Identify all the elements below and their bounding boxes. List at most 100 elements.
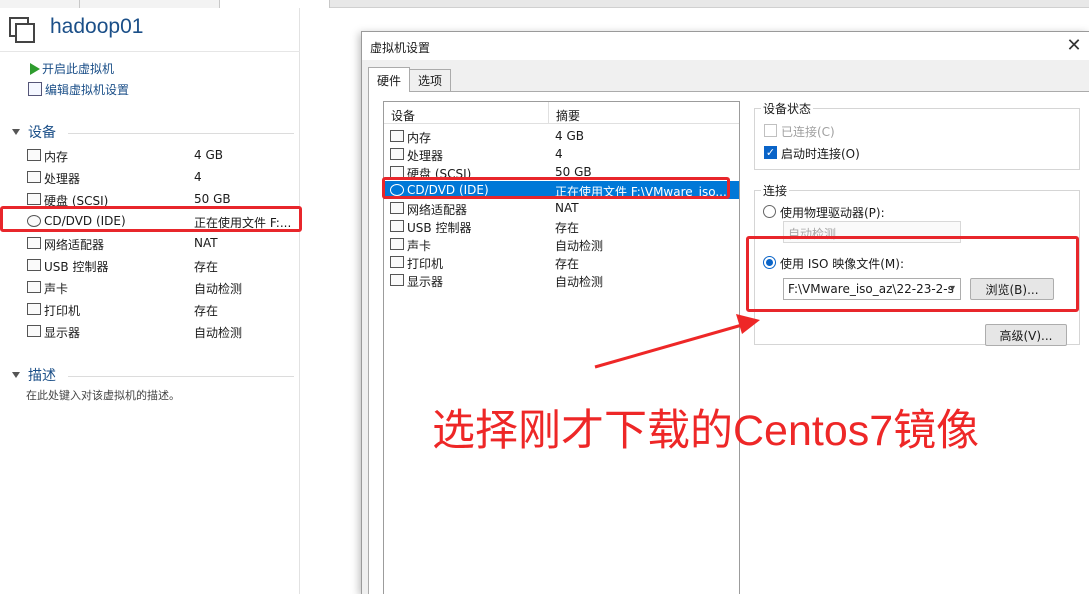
device-list-row[interactable]: 网络适配器 NAT — [384, 199, 739, 217]
vm-header: hadoop01 — [0, 8, 300, 52]
column-separator[interactable] — [548, 102, 549, 124]
vm-icon — [9, 17, 35, 43]
description-placeholder[interactable]: 在此处键入对该虚拟机的描述。 — [26, 387, 180, 403]
device-summary: 4 — [555, 147, 563, 161]
device-list-row[interactable]: 声卡 自动检测 — [384, 235, 739, 253]
cpu-icon — [27, 171, 41, 183]
advanced-button[interactable]: 高级(V)... — [985, 324, 1067, 346]
device-list: 设备 摘要 内存 4 GB 处理器 4 硬盘 (SCSI) 50 GB CD/DVD (ID… — [383, 101, 740, 594]
device-name: 显示器 — [44, 326, 81, 340]
device-list-header: 设备 摘要 — [384, 102, 739, 124]
device-value: 存在 — [194, 260, 219, 274]
device-row[interactable]: USB 控制器 存在 — [0, 254, 300, 276]
device-row[interactable]: 内存 4 GB — [0, 144, 300, 166]
power-on-label: 开启此虚拟机 — [42, 61, 115, 76]
device-list-row[interactable]: USB 控制器 存在 — [384, 217, 739, 235]
collapse-triangle-icon — [12, 372, 20, 378]
device-value: 4 — [194, 170, 202, 184]
edit-settings-label: 编辑虚拟机设置 — [45, 82, 130, 97]
device-name: 打印机 — [407, 257, 444, 271]
connect-at-power-on-checkbox[interactable]: ✓ — [764, 146, 777, 159]
memory-icon — [390, 130, 404, 142]
physical-drive-label: 使用物理驱动器(P): — [780, 206, 885, 220]
close-icon[interactable]: ✕ — [1063, 35, 1085, 57]
connected-label: 已连接(C) — [781, 125, 835, 139]
app-tab-active[interactable] — [220, 0, 330, 8]
device-summary: 存在 — [555, 221, 580, 235]
device-name: USB 控制器 — [44, 260, 109, 274]
section-divider — [68, 376, 294, 377]
device-summary: 自动检测 — [555, 239, 604, 253]
sound-icon — [27, 281, 41, 293]
harddisk-icon — [27, 193, 41, 205]
device-summary: 4 GB — [555, 129, 584, 143]
annotation-text: 选择刚才下载的Centos7镜像 — [432, 407, 980, 455]
device-summary: 自动检测 — [555, 275, 604, 289]
tab-options[interactable]: 选项 — [409, 69, 452, 91]
display-icon — [390, 274, 404, 286]
highlight-box-iso-option — [746, 236, 1079, 312]
dialog-title: 虚拟机设置 — [370, 41, 431, 55]
connected-checkbox[interactable] — [764, 124, 777, 137]
device-row[interactable]: 处理器 4 — [0, 166, 300, 188]
device-list-row[interactable]: 处理器 4 — [384, 145, 739, 163]
highlight-box-cd-dvd — [0, 206, 302, 232]
device-row[interactable]: 声卡 自动检测 — [0, 276, 300, 298]
device-list-row[interactable]: 显示器 自动检测 — [384, 271, 739, 289]
display-icon — [27, 325, 41, 337]
device-name: 网络适配器 — [407, 203, 468, 217]
printer-icon — [390, 256, 404, 268]
vm-name-title: hadoop01 — [50, 15, 144, 38]
device-name: 处理器 — [44, 172, 81, 186]
device-row[interactable]: 网络适配器 NAT — [0, 232, 300, 254]
memory-icon — [27, 149, 41, 161]
device-summary: 存在 — [555, 257, 580, 271]
device-name: 处理器 — [407, 149, 444, 163]
device-name: 声卡 — [407, 239, 432, 253]
column-summary[interactable]: 摘要 — [556, 107, 580, 124]
hardware-tab-body: 设备 摘要 内存 4 GB 处理器 4 硬盘 (SCSI) 50 GB CD/DVD (ID… — [368, 91, 1089, 594]
play-icon — [30, 62, 40, 75]
description-section-header[interactable]: 描述 — [12, 366, 56, 384]
devices-section-title: 设备 — [28, 125, 56, 141]
device-list-row[interactable]: 打印机 存在 — [384, 253, 739, 271]
cpu-icon — [390, 148, 404, 160]
physical-drive-radio[interactable] — [763, 205, 776, 218]
device-name: 显示器 — [407, 275, 444, 289]
column-device[interactable]: 设备 — [391, 107, 415, 124]
device-value: 50 GB — [194, 192, 231, 206]
device-name: USB 控制器 — [407, 221, 472, 235]
device-row[interactable]: 显示器 自动检测 — [0, 320, 300, 342]
usb-icon — [390, 220, 404, 232]
device-name: 网络适配器 — [44, 238, 105, 252]
network-icon — [27, 237, 41, 249]
dialog-titlebar[interactable]: 虚拟机设置 ✕ — [362, 32, 1089, 60]
section-divider — [68, 133, 294, 134]
device-value: 自动检测 — [194, 282, 243, 296]
device-status-title: 设备状态 — [761, 100, 814, 117]
highlight-box-dialog-cd-dvd — [382, 177, 730, 199]
device-row[interactable]: 打印机 存在 — [0, 298, 300, 320]
vm-summary-panel: hadoop01 开启此虚拟机 编辑虚拟机设置 设备 内存 4 GB 处理器 4 硬盘 … — [0, 8, 302, 594]
connection-title: 连接 — [761, 182, 790, 199]
device-name: 内存 — [407, 131, 432, 145]
network-icon — [390, 202, 404, 214]
device-value: 4 GB — [194, 148, 223, 162]
sound-icon — [390, 238, 404, 250]
devices-section-header[interactable]: 设备 — [12, 123, 56, 141]
app-tab[interactable] — [0, 0, 80, 8]
power-on-link[interactable]: 开启此虚拟机 — [28, 59, 114, 77]
tab-hardware[interactable]: 硬件 — [368, 67, 411, 92]
device-value: 自动检测 — [194, 326, 243, 340]
description-section-title: 描述 — [28, 368, 56, 384]
device-name: 内存 — [44, 150, 69, 164]
app-tab-strip — [0, 0, 1089, 8]
printer-icon — [27, 303, 41, 315]
app-tab[interactable] — [80, 0, 220, 8]
edit-settings-link[interactable]: 编辑虚拟机设置 — [28, 80, 129, 98]
connect-at-power-on-label: 启动时连接(O) — [781, 147, 860, 161]
usb-icon — [27, 259, 41, 271]
edit-settings-icon — [28, 82, 42, 96]
device-value: NAT — [194, 236, 218, 250]
device-list-row[interactable]: 内存 4 GB — [384, 127, 739, 145]
